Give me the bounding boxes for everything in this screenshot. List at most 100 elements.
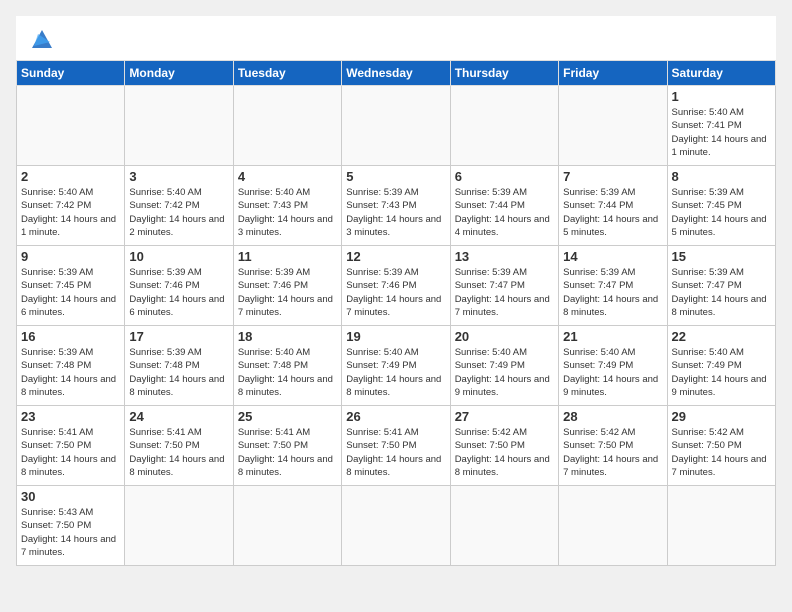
day-cell xyxy=(559,86,667,166)
day-info: Sunrise: 5:39 AM Sunset: 7:48 PM Dayligh… xyxy=(129,346,228,399)
day-header-thursday: Thursday xyxy=(450,61,558,86)
day-cell: 18 Sunrise: 5:40 AM Sunset: 7:48 PM Dayli… xyxy=(233,326,341,406)
day-info: Sunrise: 5:42 AM Sunset: 7:50 PM Dayligh… xyxy=(563,426,662,479)
day-info: Sunrise: 5:41 AM Sunset: 7:50 PM Dayligh… xyxy=(346,426,445,479)
day-cell: 22 Sunrise: 5:40 AM Sunset: 7:49 PM Dayli… xyxy=(667,326,775,406)
day-cell xyxy=(450,486,558,566)
day-info: Sunrise: 5:40 AM Sunset: 7:43 PM Dayligh… xyxy=(238,186,337,239)
day-info: Sunrise: 5:42 AM Sunset: 7:50 PM Dayligh… xyxy=(455,426,554,479)
day-cell xyxy=(125,86,233,166)
day-number: 8 xyxy=(672,169,771,184)
day-header-friday: Friday xyxy=(559,61,667,86)
day-number: 18 xyxy=(238,329,337,344)
day-cell: 26 Sunrise: 5:41 AM Sunset: 7:50 PM Dayli… xyxy=(342,406,450,486)
day-cell: 4 Sunrise: 5:40 AM Sunset: 7:43 PM Daylig… xyxy=(233,166,341,246)
day-info: Sunrise: 5:40 AM Sunset: 7:42 PM Dayligh… xyxy=(129,186,228,239)
day-number: 30 xyxy=(21,489,120,504)
day-number: 29 xyxy=(672,409,771,424)
day-cell xyxy=(667,486,775,566)
day-cell xyxy=(125,486,233,566)
day-cell: 13 Sunrise: 5:39 AM Sunset: 7:47 PM Dayli… xyxy=(450,246,558,326)
day-info: Sunrise: 5:43 AM Sunset: 7:50 PM Dayligh… xyxy=(21,506,120,559)
logo xyxy=(28,26,60,54)
day-cell: 10Sunrise: 5:39 AM Sunset: 7:46 PM Dayli… xyxy=(125,246,233,326)
day-number: 27 xyxy=(455,409,554,424)
week-row-6: 30 Sunrise: 5:43 AM Sunset: 7:50 PM Dayli… xyxy=(17,486,776,566)
day-info: Sunrise: 5:41 AM Sunset: 7:50 PM Dayligh… xyxy=(129,426,228,479)
day-number: 23 xyxy=(21,409,120,424)
day-number: 22 xyxy=(672,329,771,344)
day-info: Sunrise: 5:40 AM Sunset: 7:49 PM Dayligh… xyxy=(672,346,771,399)
day-info: Sunrise: 5:41 AM Sunset: 7:50 PM Dayligh… xyxy=(238,426,337,479)
day-info: Sunrise: 5:39 AM Sunset: 7:45 PM Dayligh… xyxy=(21,266,120,319)
day-number: 15 xyxy=(672,249,771,264)
general-blue-logo-icon xyxy=(28,26,56,54)
week-row-1: 1Sunrise: 5:40 AM Sunset: 7:41 PM Daylig… xyxy=(17,86,776,166)
day-info: Sunrise: 5:40 AM Sunset: 7:41 PM Dayligh… xyxy=(672,106,771,159)
day-info: Sunrise: 5:39 AM Sunset: 7:46 PM Dayligh… xyxy=(346,266,445,319)
day-cell: 24Sunrise: 5:41 AM Sunset: 7:50 PM Dayli… xyxy=(125,406,233,486)
day-info: Sunrise: 5:39 AM Sunset: 7:44 PM Dayligh… xyxy=(563,186,662,239)
day-number: 19 xyxy=(346,329,445,344)
day-number: 16 xyxy=(21,329,120,344)
day-cell: 25 Sunrise: 5:41 AM Sunset: 7:50 PM Dayli… xyxy=(233,406,341,486)
day-header-saturday: Saturday xyxy=(667,61,775,86)
day-number: 5 xyxy=(346,169,445,184)
day-info: Sunrise: 5:39 AM Sunset: 7:48 PM Dayligh… xyxy=(21,346,120,399)
day-cell: 17Sunrise: 5:39 AM Sunset: 7:48 PM Dayli… xyxy=(125,326,233,406)
day-info: Sunrise: 5:40 AM Sunset: 7:49 PM Dayligh… xyxy=(455,346,554,399)
day-info: Sunrise: 5:41 AM Sunset: 7:50 PM Dayligh… xyxy=(21,426,120,479)
day-number: 10 xyxy=(129,249,228,264)
day-cell: 23 Sunrise: 5:41 AM Sunset: 7:50 PM Dayli… xyxy=(17,406,125,486)
day-info: Sunrise: 5:39 AM Sunset: 7:47 PM Dayligh… xyxy=(563,266,662,319)
day-info: Sunrise: 5:40 AM Sunset: 7:42 PM Dayligh… xyxy=(21,186,120,239)
day-cell: 28Sunrise: 5:42 AM Sunset: 7:50 PM Dayli… xyxy=(559,406,667,486)
day-info: Sunrise: 5:40 AM Sunset: 7:49 PM Dayligh… xyxy=(346,346,445,399)
day-cell: 5 Sunrise: 5:39 AM Sunset: 7:43 PM Daylig… xyxy=(342,166,450,246)
day-cell xyxy=(559,486,667,566)
day-cell: 8Sunrise: 5:39 AM Sunset: 7:45 PM Daylig… xyxy=(667,166,775,246)
day-cell xyxy=(450,86,558,166)
day-header-monday: Monday xyxy=(125,61,233,86)
day-cell: 11 Sunrise: 5:39 AM Sunset: 7:46 PM Dayli… xyxy=(233,246,341,326)
day-number: 12 xyxy=(346,249,445,264)
day-cell xyxy=(342,486,450,566)
day-cell xyxy=(233,86,341,166)
calendar-table: SundayMondayTuesdayWednesdayThursdayFrid… xyxy=(16,60,776,566)
day-info: Sunrise: 5:40 AM Sunset: 7:49 PM Dayligh… xyxy=(563,346,662,399)
day-cell xyxy=(233,486,341,566)
day-info: Sunrise: 5:39 AM Sunset: 7:47 PM Dayligh… xyxy=(455,266,554,319)
days-header-row: SundayMondayTuesdayWednesdayThursdayFrid… xyxy=(17,61,776,86)
day-header-tuesday: Tuesday xyxy=(233,61,341,86)
day-info: Sunrise: 5:40 AM Sunset: 7:48 PM Dayligh… xyxy=(238,346,337,399)
week-row-2: 2 Sunrise: 5:40 AM Sunset: 7:42 PM Daylig… xyxy=(17,166,776,246)
day-cell xyxy=(342,86,450,166)
day-number: 25 xyxy=(238,409,337,424)
week-row-5: 23 Sunrise: 5:41 AM Sunset: 7:50 PM Dayli… xyxy=(17,406,776,486)
day-cell: 3 Sunrise: 5:40 AM Sunset: 7:42 PM Daylig… xyxy=(125,166,233,246)
day-cell: 29Sunrise: 5:42 AM Sunset: 7:50 PM Dayli… xyxy=(667,406,775,486)
day-number: 11 xyxy=(238,249,337,264)
day-number: 3 xyxy=(129,169,228,184)
week-row-4: 16 Sunrise: 5:39 AM Sunset: 7:48 PM Dayli… xyxy=(17,326,776,406)
day-number: 20 xyxy=(455,329,554,344)
day-header-sunday: Sunday xyxy=(17,61,125,86)
day-cell: 30 Sunrise: 5:43 AM Sunset: 7:50 PM Dayli… xyxy=(17,486,125,566)
day-number: 4 xyxy=(238,169,337,184)
day-info: Sunrise: 5:39 AM Sunset: 7:43 PM Dayligh… xyxy=(346,186,445,239)
day-cell: 15 Sunrise: 5:39 AM Sunset: 7:47 PM Dayli… xyxy=(667,246,775,326)
day-number: 2 xyxy=(21,169,120,184)
day-number: 14 xyxy=(563,249,662,264)
day-header-wednesday: Wednesday xyxy=(342,61,450,86)
day-cell: 16 Sunrise: 5:39 AM Sunset: 7:48 PM Dayli… xyxy=(17,326,125,406)
day-cell: 1Sunrise: 5:40 AM Sunset: 7:41 PM Daylig… xyxy=(667,86,775,166)
day-cell: 6Sunrise: 5:39 AM Sunset: 7:44 PM Daylig… xyxy=(450,166,558,246)
day-number: 6 xyxy=(455,169,554,184)
day-info: Sunrise: 5:39 AM Sunset: 7:47 PM Dayligh… xyxy=(672,266,771,319)
day-cell: 7Sunrise: 5:39 AM Sunset: 7:44 PM Daylig… xyxy=(559,166,667,246)
day-cell: 20 Sunrise: 5:40 AM Sunset: 7:49 PM Dayli… xyxy=(450,326,558,406)
day-cell: 2 Sunrise: 5:40 AM Sunset: 7:42 PM Daylig… xyxy=(17,166,125,246)
day-number: 26 xyxy=(346,409,445,424)
day-number: 13 xyxy=(455,249,554,264)
day-info: Sunrise: 5:39 AM Sunset: 7:46 PM Dayligh… xyxy=(238,266,337,319)
